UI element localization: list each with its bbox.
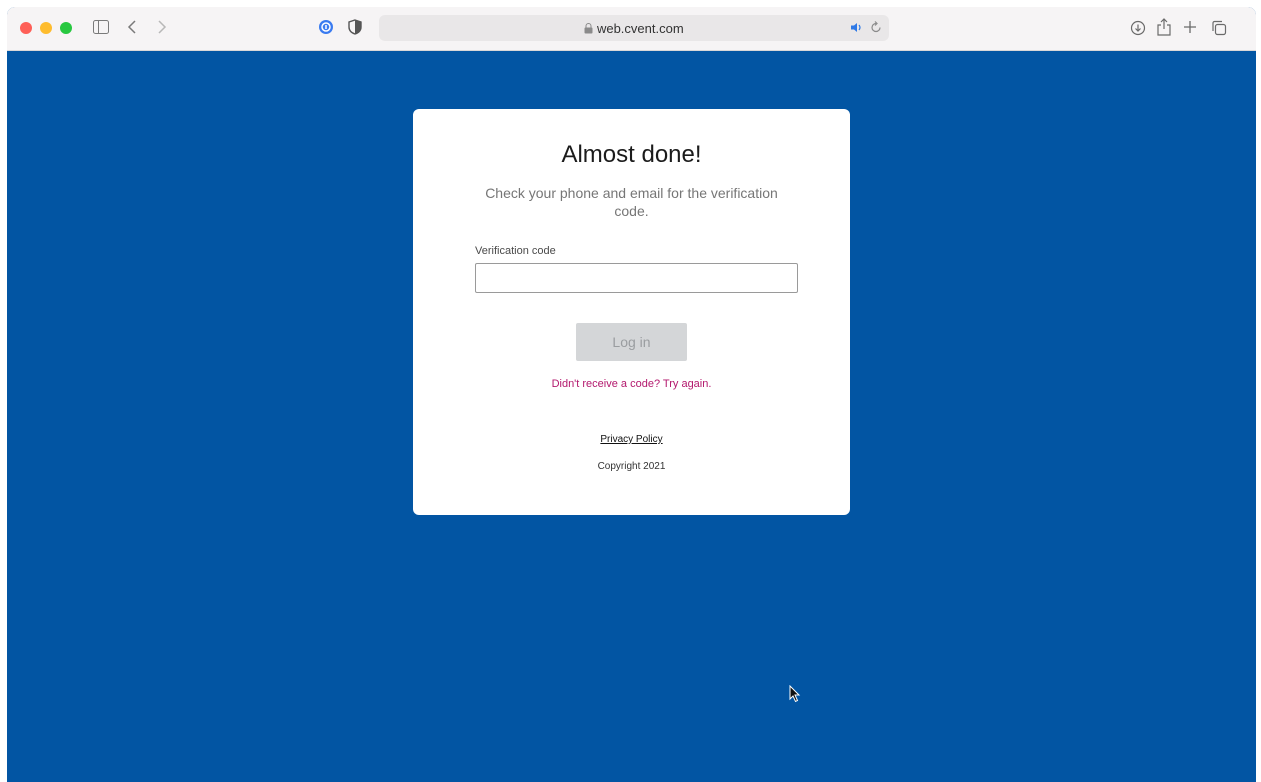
browser-toolbar: web.cvent.com — [7, 7, 1256, 51]
browser-window: web.cvent.com Almost done! Check your ph… — [7, 7, 1256, 782]
zoom-window-button[interactable] — [60, 22, 72, 34]
password-manager-icon[interactable] — [318, 19, 334, 39]
download-icon[interactable] — [1130, 20, 1146, 40]
privacy-policy-link[interactable]: Privacy Policy — [413, 434, 850, 445]
plus-icon[interactable] — [1183, 20, 1197, 38]
share-icon[interactable] — [1157, 18, 1171, 40]
back-icon[interactable] — [127, 19, 137, 39]
address-bar[interactable]: web.cvent.com — [379, 15, 889, 41]
verification-code-input[interactable] — [475, 263, 798, 293]
verification-code-label: Verification code — [475, 245, 556, 257]
reload-icon[interactable] — [870, 21, 882, 39]
page-content: Almost done! Check your phone and email … — [7, 51, 1256, 782]
close-window-button[interactable] — [20, 22, 32, 34]
lock-icon — [584, 21, 597, 36]
sidebar-icon[interactable] — [93, 20, 109, 38]
speaker-icon[interactable] — [850, 21, 864, 39]
address-url: web.cvent.com — [379, 21, 889, 36]
minimize-window-button[interactable] — [40, 22, 52, 34]
shield-icon[interactable] — [348, 19, 362, 39]
mouse-cursor-icon — [789, 684, 801, 708]
retry-link[interactable]: Didn't receive a code? Try again. — [413, 378, 850, 390]
copyright-text: Copyright 2021 — [597, 461, 666, 472]
page-subtitle: Check your phone and email for the verif… — [485, 185, 778, 219]
page-title: Almost done! — [561, 141, 702, 168]
login-button[interactable]: Log in — [576, 323, 687, 361]
forward-icon[interactable] — [157, 19, 167, 39]
verification-card: Almost done! Check your phone and email … — [413, 109, 850, 515]
tabs-icon[interactable] — [1211, 20, 1227, 40]
